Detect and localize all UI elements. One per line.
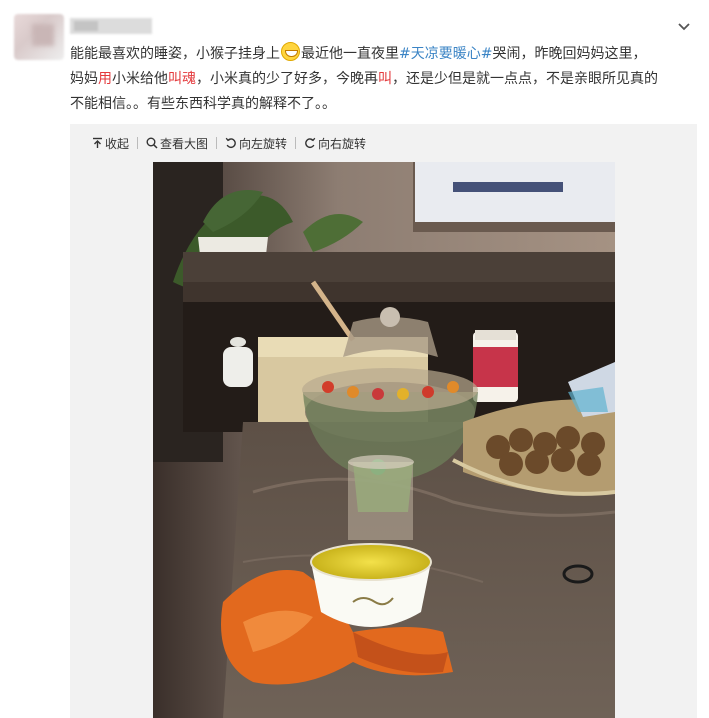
text-segment: ，还是少但是就一点点，不是亲眼所见真的 — [392, 71, 658, 87]
rotate-right-icon — [305, 137, 316, 149]
text-segment: 能能最喜欢的睡姿，小猴子挂身上 — [70, 46, 280, 62]
avatar[interactable] — [14, 14, 64, 60]
highlight-text: 用 — [98, 71, 112, 87]
rotate-left-icon — [225, 137, 236, 149]
text-segment: 最近他一直夜里 — [301, 46, 399, 62]
text-segment: 小米给他 — [112, 71, 168, 87]
text-segment: ，小米真的少了好多，今晚再 — [196, 71, 378, 87]
view-large-button[interactable]: 查看大图 — [138, 135, 216, 152]
post-text: 能能最喜欢的睡姿，小猴子挂身上 最近他一直夜里#天凉要暖心#哭闹，昨晚回妈妈这里，… — [70, 42, 695, 117]
rotate-right-button[interactable]: 向右旋转 — [296, 135, 374, 152]
photo-scene — [153, 162, 615, 718]
collapse-up-icon — [93, 137, 102, 148]
media-toolbar: 收起 查看大图 向左旋转 向右旋转 — [70, 132, 374, 154]
chevron-down-icon[interactable] — [675, 18, 693, 36]
rotate-left-button[interactable]: 向左旋转 — [217, 135, 295, 152]
post-line-2: 妈妈用小米给他叫魂，小米真的少了好多，今晚再叫，还是少但是就一点点，不是亲眼所见… — [70, 67, 695, 92]
rotate-left-label: 向左旋转 — [239, 136, 288, 151]
view-large-label: 查看大图 — [160, 136, 209, 151]
highlight-text: 叫魂 — [168, 71, 196, 87]
post-line-3: 不能相信。。有些东西科学真的解释不了。。 — [70, 96, 336, 112]
highlight-text: 叫 — [378, 71, 392, 87]
post-line-1: 能能最喜欢的睡姿，小猴子挂身上 最近他一直夜里#天凉要暖心#哭闹，昨晚回妈妈这里， — [70, 42, 695, 67]
post-photo[interactable] — [153, 162, 615, 718]
grin-emoji-icon — [281, 42, 300, 61]
topic-link[interactable]: #天凉要暖心# — [399, 46, 492, 62]
media-expanded-panel: 收起 查看大图 向左旋转 向右旋转 — [70, 124, 697, 718]
text-segment: 妈妈 — [70, 71, 98, 87]
rotate-right-label: 向右旋转 — [318, 136, 367, 151]
text-segment: 哭闹，昨晚回妈妈这里， — [492, 46, 647, 62]
collapse-label: 收起 — [105, 136, 130, 151]
username-blurred[interactable] — [70, 18, 152, 34]
collapse-button[interactable]: 收起 — [70, 135, 137, 152]
magnifier-icon — [146, 137, 158, 149]
